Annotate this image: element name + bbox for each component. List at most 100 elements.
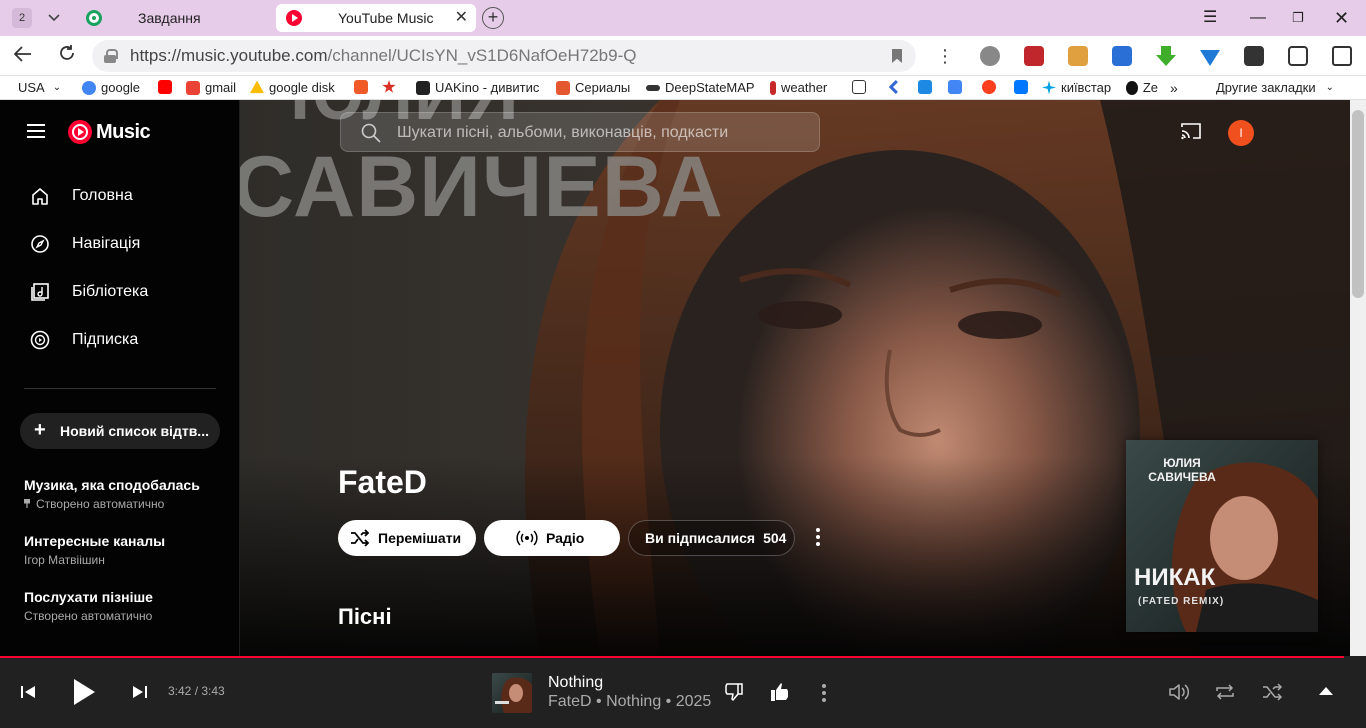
browser-menu-icon[interactable]: ☰ (1203, 8, 1217, 28)
tab-zavdannia[interactable]: Завдання (76, 4, 272, 32)
search-input[interactable] (397, 121, 807, 145)
minimize-window-icon[interactable]: — (1250, 8, 1266, 28)
page-scrollbar[interactable] (1350, 100, 1366, 656)
sidebar-item-label: Бібліотека (72, 283, 149, 300)
dislike-icon[interactable] (724, 682, 744, 702)
bookmark-other-folder[interactable]: Другие закладки ⌄ (1216, 80, 1334, 95)
bookmarks-bar: USA ⌄ google gmail google disk UAKino - д… (0, 76, 1366, 100)
playlist-liked-music[interactable]: Музика, яка сподобалась Створено автомат… (24, 477, 224, 511)
track-meta[interactable]: FateD • Nothing • 2025 (548, 693, 711, 711)
bookmark-f[interactable] (354, 80, 373, 94)
youtube-music-logo[interactable]: Music (68, 120, 151, 144)
playback-progress-bar[interactable] (0, 656, 1344, 658)
shuffle-icon[interactable] (1262, 683, 1284, 701)
more-options-icon[interactable]: ⋮ (936, 44, 954, 68)
home-icon (32, 188, 48, 205)
deepstate-icon (646, 84, 660, 91)
sidebar-item-explore[interactable]: Навігація (0, 222, 240, 266)
uakino-icon (416, 80, 430, 95)
tab-count-badge[interactable]: 2 (12, 8, 32, 28)
bookmark-star[interactable] (382, 80, 401, 94)
playlist-title: Интересные каналы (24, 533, 166, 549)
bookmark-yandex[interactable] (982, 80, 1001, 94)
bookmark-google-disk[interactable]: google disk (250, 80, 335, 95)
adblock-extension-icon[interactable] (1024, 46, 1044, 66)
bookmark-youtube[interactable] (158, 80, 177, 94)
download-extension-icon[interactable] (1156, 46, 1176, 66)
playlist-subtitle: Створено автоматично (36, 497, 165, 511)
subscribed-button[interactable]: Ви підписалися 504 (628, 520, 795, 556)
more-actions-icon[interactable] (816, 528, 820, 549)
puzzle-extension-icon[interactable] (1288, 46, 1308, 66)
playlist-interesting-channels[interactable]: Интересные каналы Ігор Матвіішин (24, 533, 224, 567)
bookmark-gmail[interactable]: gmail (186, 80, 236, 95)
search-bar[interactable] (340, 112, 820, 152)
expand-player-icon[interactable] (1318, 686, 1334, 696)
cast-icon[interactable] (1180, 122, 1202, 140)
pin-icon (24, 499, 30, 508)
url-text[interactable]: https://music.youtube.com/channel/UCIsYN… (130, 46, 636, 66)
bc-icon (852, 80, 866, 94)
tab-title: YouTube Music (338, 10, 434, 26)
bookmark-p[interactable] (918, 80, 937, 94)
track-title[interactable]: Nothing (548, 674, 603, 692)
bookmark-usa[interactable]: USA ⌄ (18, 80, 61, 95)
notes-extension-icon[interactable] (1068, 46, 1088, 66)
bookmark-kyivstar[interactable]: київстар (1042, 80, 1111, 95)
sidebar-item-subscription[interactable]: Підписка (0, 318, 240, 362)
star-icon (382, 80, 396, 93)
bookmark-bc[interactable] (852, 80, 871, 94)
vpn-extension-icon[interactable] (1200, 50, 1220, 66)
album-cover-title: НИКАК (1134, 564, 1216, 591)
next-track-icon[interactable] (132, 685, 148, 699)
bookmark-translate[interactable] (948, 80, 967, 94)
playlist-subtitle: Створено автоматично (24, 609, 153, 623)
bookmark-google[interactable]: google (82, 80, 140, 95)
translate-extension-icon[interactable] (1112, 46, 1132, 66)
new-playlist-button[interactable]: + Новий список відтв... (20, 413, 220, 449)
play-icon[interactable] (72, 678, 96, 706)
restore-window-icon[interactable]: ❐ (1292, 8, 1304, 28)
scrollbar-thumb[interactable] (1352, 110, 1364, 298)
bookmark-uakino[interactable]: UAKino - дивитис (416, 80, 539, 95)
songs-section-heading: Пісні (338, 604, 392, 629)
chevron-down-icon: ⌄ (1325, 82, 1334, 93)
url-bar[interactable]: https://music.youtube.com/channel/UCIsYN… (92, 40, 916, 72)
sidebar-item-library[interactable]: Бібліотека (0, 270, 240, 314)
bookmark-deepstate[interactable]: DeepStateMAP (646, 80, 755, 95)
radio-button[interactable]: Радіо (484, 520, 620, 556)
terminal-extension-icon[interactable] (1244, 46, 1264, 66)
bookmark-icon[interactable] (892, 49, 902, 63)
playlist-listen-later[interactable]: Послухати пізніше Створено автоматично (24, 589, 224, 623)
tab-list-dropdown[interactable] (40, 6, 68, 30)
menu-icon[interactable] (27, 124, 45, 138)
like-icon[interactable] (770, 682, 790, 702)
back-button[interactable] (13, 44, 32, 68)
bookmark-arrow[interactable] (886, 80, 905, 94)
lock-icon[interactable] (104, 49, 118, 63)
bookmark-weather[interactable]: weather (770, 80, 827, 95)
logo-text: Music (96, 120, 151, 143)
bookmarks-overflow-chevron-icon[interactable]: » (1170, 80, 1178, 96)
sidebar: Music Головна Навігація Бібліотека Підпи… (0, 100, 240, 656)
previous-track-icon[interactable] (20, 685, 36, 699)
close-tab-icon[interactable]: ✕ (455, 9, 468, 27)
sidebar-toggle-icon[interactable] (1332, 46, 1352, 66)
now-playing-thumbnail[interactable] (492, 673, 532, 713)
shuffle-button[interactable]: Перемішати (338, 520, 476, 556)
bookmark-ze[interactable]: Ze (1126, 80, 1158, 95)
sidebar-item-home[interactable]: Головна (0, 174, 240, 218)
globe-extension-icon[interactable] (980, 46, 1000, 66)
youtube-music-app: Music Головна Навігація Бібліотека Підпи… (0, 100, 1366, 728)
bookmark-serialy[interactable]: Сериалы (556, 80, 630, 95)
album-cover-art[interactable]: ЮЛИЯ САВИЧЕВА НИКАК (FATED REMIX) (1126, 440, 1318, 632)
account-avatar[interactable]: I (1228, 120, 1254, 146)
reload-button[interactable] (58, 44, 76, 68)
close-window-icon[interactable]: ✕ (1334, 8, 1349, 28)
tab-youtube-music[interactable]: YouTube Music ✕ (276, 4, 476, 32)
new-tab-button[interactable]: + (482, 7, 504, 29)
track-more-options-icon[interactable] (822, 684, 826, 705)
volume-icon[interactable] (1168, 683, 1190, 701)
repeat-icon[interactable] (1214, 683, 1236, 701)
bookmark-vk[interactable] (1014, 80, 1033, 94)
